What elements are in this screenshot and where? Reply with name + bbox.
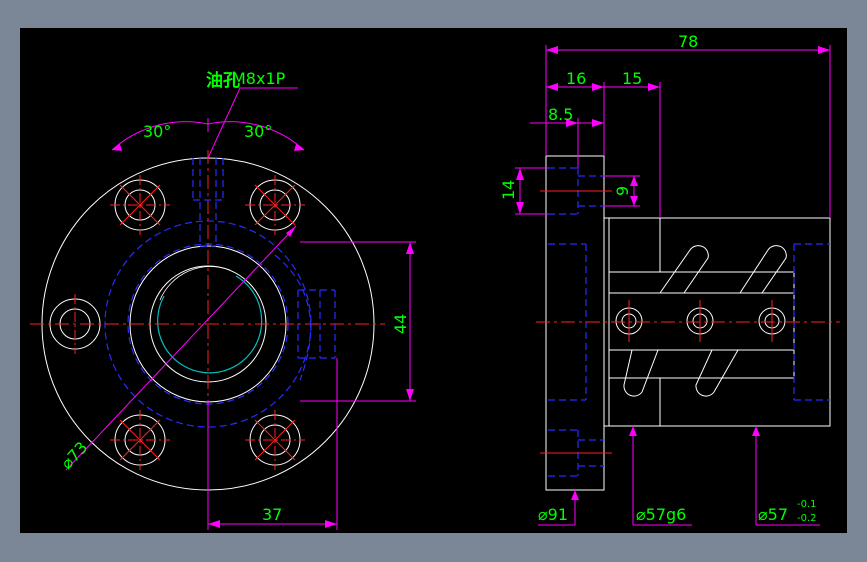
angle-right-label: 30° xyxy=(244,122,272,141)
dim-37-label: 37 xyxy=(262,505,282,524)
dim-8-5-label: 8.5 xyxy=(548,105,573,124)
cad-drawing: 油孔 M8x1P 30° 30° 44 ⌀73 37 78 16 15 8.5 … xyxy=(30,32,840,530)
dim-15-label: 15 xyxy=(622,69,642,88)
dim-44-label: 44 xyxy=(391,314,410,334)
angle-left-label: 30° xyxy=(143,122,171,141)
thread-label: M8x1P xyxy=(232,69,286,88)
dim-16-label: 16 xyxy=(566,69,586,88)
dim-pcd-label: ⌀73 xyxy=(57,438,91,473)
dim-57-label: ⌀57 xyxy=(758,505,788,524)
tol-upper-label: -0.1 xyxy=(797,499,817,510)
drawing-canvas[interactable]: 油孔 M8x1P 30° 30° 44 ⌀73 37 78 16 15 8.5 … xyxy=(20,28,847,533)
dim-91-label: ⌀91 xyxy=(538,505,568,524)
front-view xyxy=(30,87,416,530)
dim-57g6-label: ⌀57g6 xyxy=(636,505,686,524)
dim-9-label: 9 xyxy=(613,186,632,196)
dim-78-label: 78 xyxy=(678,32,698,51)
dim-14-label: 14 xyxy=(499,180,518,200)
tol-lower-label: -0.2 xyxy=(797,513,817,524)
cad-window: 油孔 M8x1P 30° 30° 44 ⌀73 37 78 16 15 8.5 … xyxy=(0,0,867,562)
